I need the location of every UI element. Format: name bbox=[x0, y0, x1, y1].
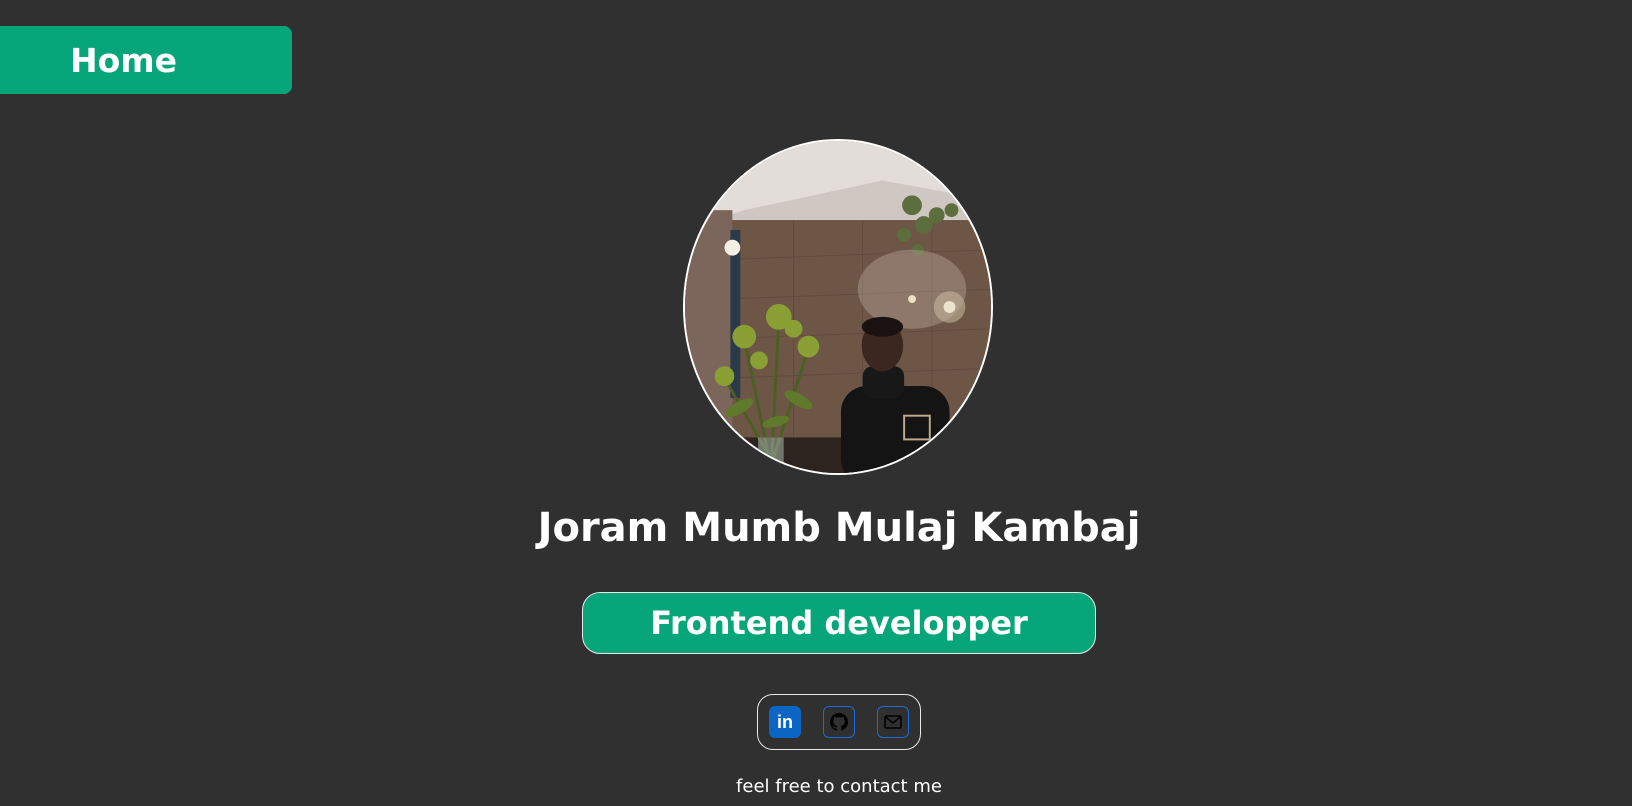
home-nav-label: Home bbox=[70, 40, 178, 80]
linkedin-icon: in bbox=[777, 712, 793, 732]
profile-photo-illustration bbox=[685, 141, 991, 473]
linkedin-link[interactable]: in bbox=[769, 706, 801, 738]
role-label: Frontend developper bbox=[650, 604, 1028, 642]
mail-link[interactable] bbox=[877, 706, 909, 738]
social-links-bar: in bbox=[757, 694, 921, 750]
page: Home Joram Mumb Mulaj Kambaj Frontend de… bbox=[0, 0, 1632, 806]
contact-message: feel free to contact me bbox=[736, 776, 942, 797]
profile-photo bbox=[683, 139, 993, 475]
mail-icon bbox=[884, 715, 902, 729]
github-link[interactable] bbox=[823, 706, 855, 738]
home-nav-button[interactable]: Home bbox=[0, 26, 292, 94]
github-icon bbox=[830, 713, 848, 731]
role-badge: Frontend developper bbox=[582, 592, 1096, 654]
profile-name: Joram Mumb Mulaj Kambaj bbox=[537, 505, 1141, 551]
